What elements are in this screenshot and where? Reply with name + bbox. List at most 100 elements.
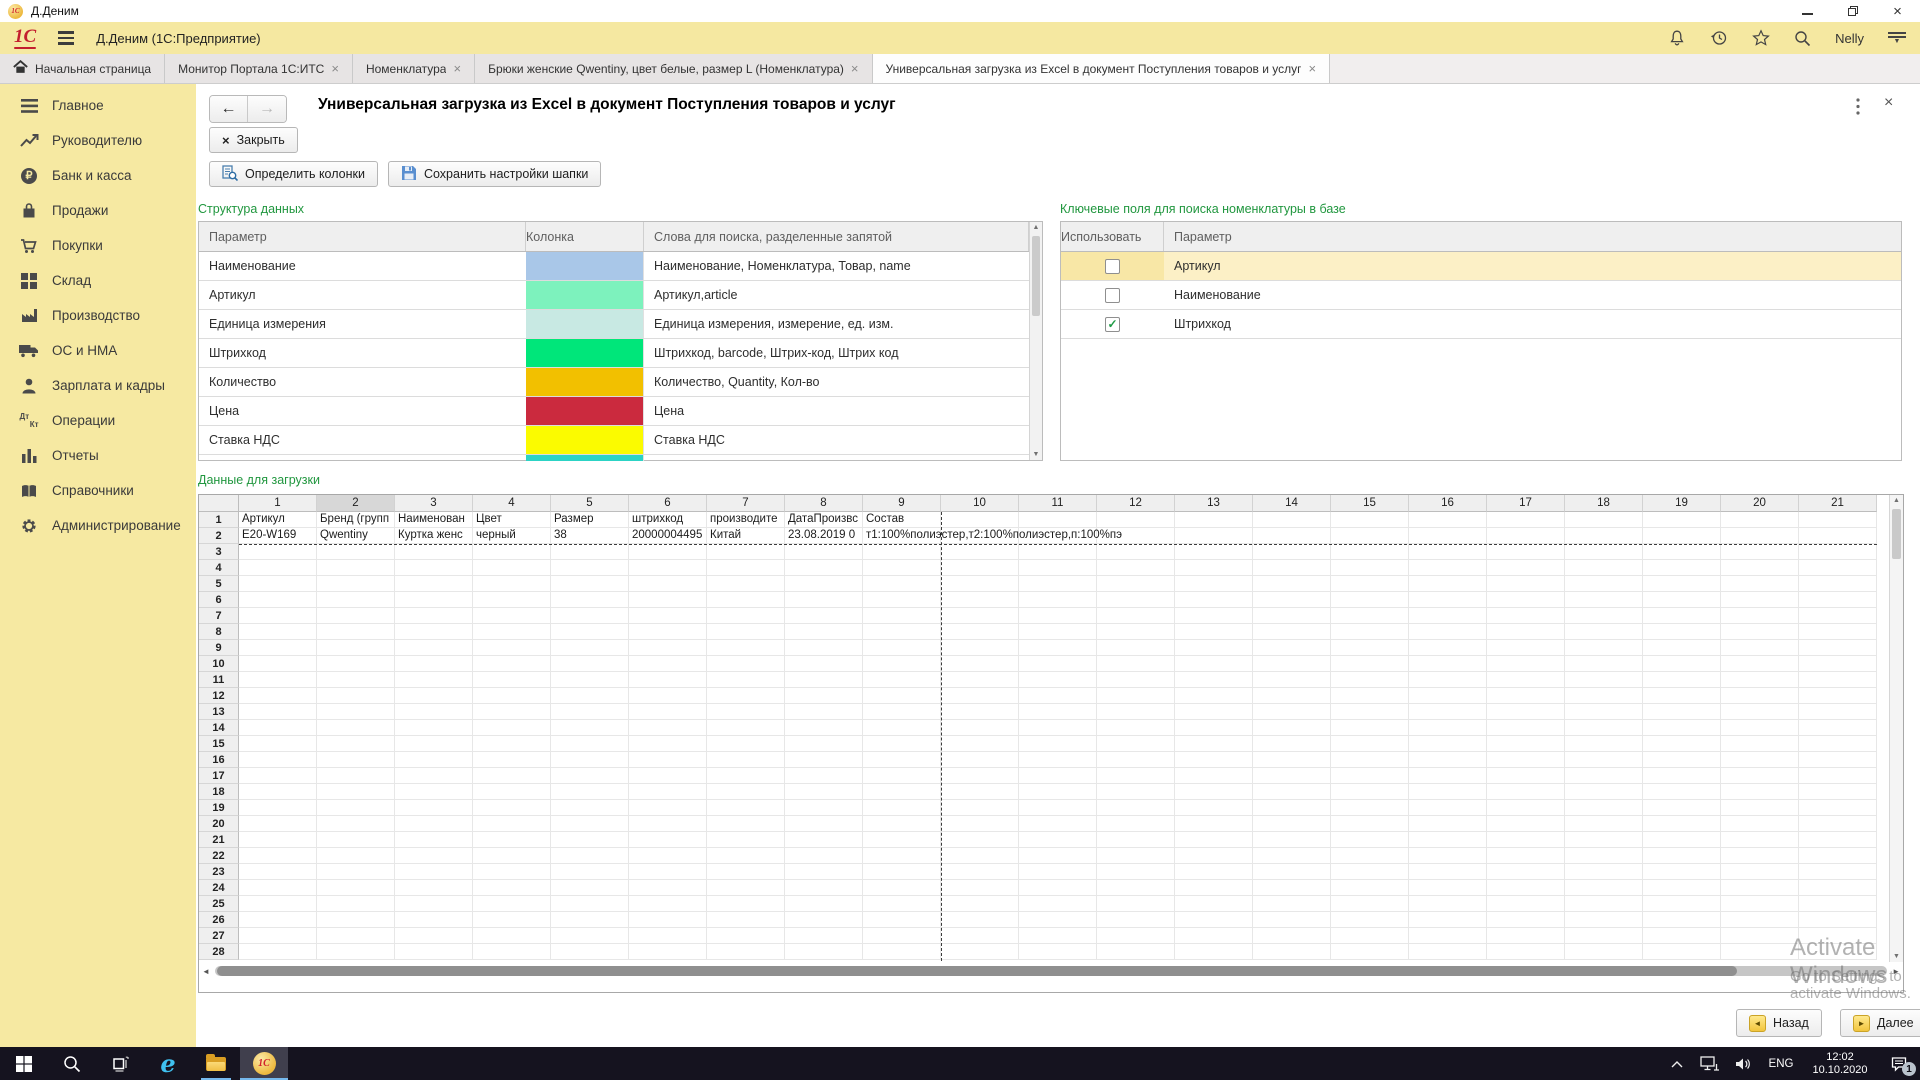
sheet-cell-r1c4[interactable]: Цвет [473,512,551,528]
sheet-cell-r21c2[interactable] [317,832,395,848]
sheet-cell-r10c11[interactable] [1019,656,1097,672]
sheet-cell-r3c10[interactable] [941,544,1019,560]
sheet-cell-r21c18[interactable] [1565,832,1643,848]
sheet-cell-r3c18[interactable] [1565,544,1643,560]
sheet-cell-r28c3[interactable] [395,944,473,960]
sheet-cell-r13c21[interactable] [1799,704,1877,720]
column-header-use[interactable]: Использовать [1061,222,1164,251]
scroll-up-icon[interactable]: ▲ [1890,497,1903,504]
sheet-cell-r1c12[interactable] [1097,512,1175,528]
sheet-cell-r10c21[interactable] [1799,656,1877,672]
sheet-cell-r17c10[interactable] [941,768,1019,784]
sheet-cell-r21c16[interactable] [1409,832,1487,848]
sheet-cell-r10c15[interactable] [1331,656,1409,672]
sheet-cell-r16c8[interactable] [785,752,863,768]
sheet-cell-r25c7[interactable] [707,896,785,912]
sheet-cell-r15c15[interactable] [1331,736,1409,752]
network-icon[interactable] [1692,1047,1726,1080]
save-header-settings-button[interactable]: Сохранить настройки шапки [388,161,601,187]
sheet-cell-r9c1[interactable] [239,640,317,656]
sheet-cell-r27c6[interactable] [629,928,707,944]
sheet-cell-r14c16[interactable] [1409,720,1487,736]
sheet-cell-r14c3[interactable] [395,720,473,736]
sheet-cell-r4c13[interactable] [1175,560,1253,576]
taskbar-search-button[interactable] [48,1047,96,1080]
sheet-cell-r28c19[interactable] [1643,944,1721,960]
sheet-cell-r10c9[interactable] [863,656,941,672]
sheet-cell-r16c9[interactable] [863,752,941,768]
sheet-cell-r23c5[interactable] [551,864,629,880]
sheet-cell-r10c8[interactable] [785,656,863,672]
sheet-cell-r5c15[interactable] [1331,576,1409,592]
back-arrow-button[interactable]: ← [210,96,248,122]
sheet-cell-r23c7[interactable] [707,864,785,880]
sheet-cell-r14c7[interactable] [707,720,785,736]
sheet-cell-r17c12[interactable] [1097,768,1175,784]
sheet-cell-r11c11[interactable] [1019,672,1097,688]
sheet-cell-r7c5[interactable] [551,608,629,624]
sheet-cell-r23c16[interactable] [1409,864,1487,880]
sheet-cell-r14c13[interactable] [1175,720,1253,736]
sheet-cell-r8c19[interactable] [1643,624,1721,640]
sheet-cell-r8c7[interactable] [707,624,785,640]
sheet-cell-r20c19[interactable] [1643,816,1721,832]
sheet-cell-r20c21[interactable] [1799,816,1877,832]
sheet-cell-r22c17[interactable] [1487,848,1565,864]
sheet-cell-r24c16[interactable] [1409,880,1487,896]
restore-button[interactable] [1830,0,1875,22]
sheet-cell-r10c17[interactable] [1487,656,1565,672]
sheet-row-header-7[interactable]: 7 [199,608,239,624]
sheet-col-header-16[interactable]: 16 [1409,495,1487,512]
sheet-cell-r9c10[interactable] [941,640,1019,656]
scroll-down-icon[interactable]: ▼ [1890,953,1903,960]
scroll-right-icon[interactable]: ► [1892,967,1900,976]
sheet-row-header-4[interactable]: 4 [199,560,239,576]
sheet-cell-r17c16[interactable] [1409,768,1487,784]
sheet-cell-r28c1[interactable] [239,944,317,960]
sheet-cell-r25c4[interactable] [473,896,551,912]
sheet-cell-r22c11[interactable] [1019,848,1097,864]
structure-table-row-4[interactable]: ШтрихкодШтрихкод, barcode, Штрих-код, Шт… [199,339,1029,368]
sheet-cell-r5c6[interactable] [629,576,707,592]
sheet-row-header-8[interactable]: 8 [199,624,239,640]
sheet-cell-r24c10[interactable] [941,880,1019,896]
sheet-cell-r3c12[interactable] [1097,544,1175,560]
sheet-cell-r25c2[interactable] [317,896,395,912]
sheet-cell-r13c2[interactable] [317,704,395,720]
sheet-cell-r12c7[interactable] [707,688,785,704]
sheet-col-header-4[interactable]: 4 [473,495,551,512]
sheet-cell-r19c19[interactable] [1643,800,1721,816]
sheet-cell-r28c11[interactable] [1019,944,1097,960]
sheet-cell-r5c7[interactable] [707,576,785,592]
sheet-cell-r18c8[interactable] [785,784,863,800]
sheet-cell-r17c6[interactable] [629,768,707,784]
column-header-words[interactable]: Слова для поиска, разделенные запятой [644,222,1029,251]
sheet-cell-r18c3[interactable] [395,784,473,800]
sheet-cell-r8c20[interactable] [1721,624,1799,640]
sheet-cell-r20c5[interactable] [551,816,629,832]
tab-1[interactable]: Монитор Портала 1С:ИТС× [165,54,353,83]
sheet-cell-r8c8[interactable] [785,624,863,640]
sheet-cell-r17c18[interactable] [1565,768,1643,784]
sheet-cell-r9c3[interactable] [395,640,473,656]
sheet-cell-r10c12[interactable] [1097,656,1175,672]
close-window-button[interactable]: × [1875,0,1920,22]
sheet-cell-r18c12[interactable] [1097,784,1175,800]
sheet-cell-r25c10[interactable] [941,896,1019,912]
sheet-cell-r4c7[interactable] [707,560,785,576]
sheet-cell-r23c6[interactable] [629,864,707,880]
sheet-cell-r15c2[interactable] [317,736,395,752]
sheet-cell-r18c14[interactable] [1253,784,1331,800]
sheet-cell-r16c12[interactable] [1097,752,1175,768]
sheet-cell-r27c3[interactable] [395,928,473,944]
sheet-cell-r4c15[interactable] [1331,560,1409,576]
sheet-cell-r23c18[interactable] [1565,864,1643,880]
sheet-cell-r24c9[interactable] [863,880,941,896]
sheet-cell-r27c2[interactable] [317,928,395,944]
sheet-cell-r5c1[interactable] [239,576,317,592]
sheet-cell-r26c19[interactable] [1643,912,1721,928]
sheet-cell-r11c20[interactable] [1721,672,1799,688]
sheet-cell-r19c12[interactable] [1097,800,1175,816]
sheet-cell-r25c17[interactable] [1487,896,1565,912]
sheet-cell-r10c13[interactable] [1175,656,1253,672]
